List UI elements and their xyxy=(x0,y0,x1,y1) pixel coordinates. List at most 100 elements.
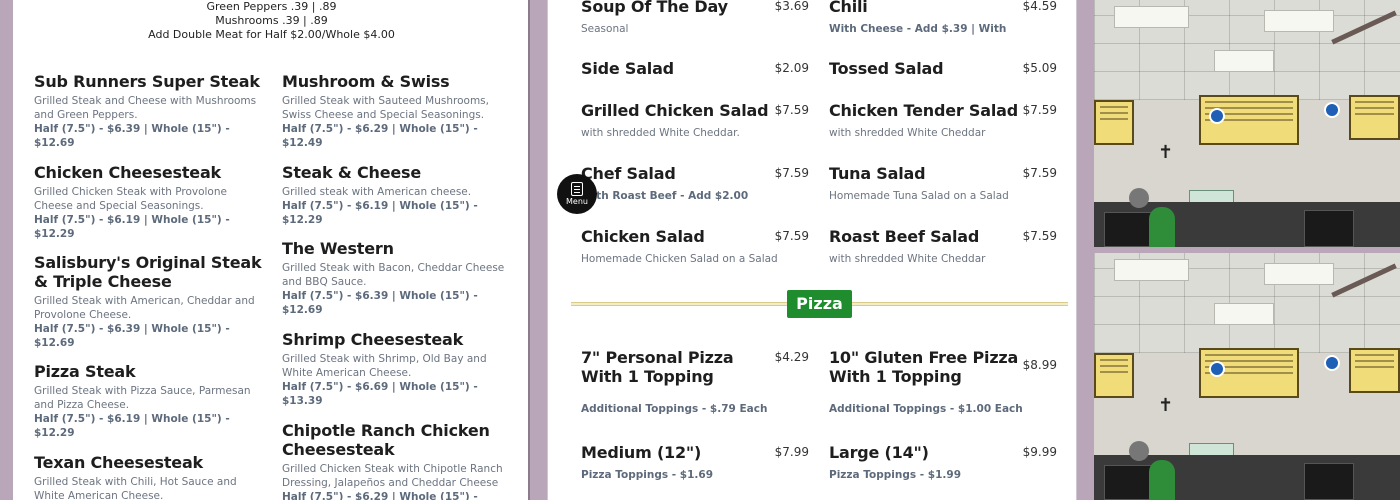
item-name: Pizza Steak xyxy=(34,362,136,381)
menu-button-label: Menu xyxy=(566,197,588,206)
item-name: 10" Gluten Free Pizza With 1 Topping xyxy=(829,348,1019,386)
section-title-pizza: Pizza xyxy=(787,290,852,318)
note-line: Green Peppers .39 | .89 xyxy=(206,0,337,13)
item-price: Half (7.5") - $6.69 | Whole (15") - $13.… xyxy=(282,381,478,407)
menu-item[interactable]: Sub Runners Super Steak Grilled Steak an… xyxy=(34,72,266,150)
item-price: $7.59 xyxy=(774,229,809,243)
item-name: Side Salad xyxy=(581,59,674,78)
item-name: Mushroom & Swiss xyxy=(282,72,450,91)
menu-item[interactable]: Large (14") $9.99 Pizza Toppings - $1.99 xyxy=(829,443,1057,482)
item-price: $5.09 xyxy=(1022,61,1057,75)
menu-book-icon xyxy=(571,182,583,196)
item-price: $7.59 xyxy=(774,166,809,180)
cross-decoration: ✝ xyxy=(1158,395,1174,416)
menu-item[interactable]: Chili $4.59 With Cheese - Add $.39 | With xyxy=(829,0,1057,36)
menu-item[interactable]: The Western Grilled Steak with Bacon, Ch… xyxy=(282,239,514,317)
item-description: Pizza Toppings - $1.69 xyxy=(581,469,713,481)
item-description: Homemade Tuna Salad on a Salad xyxy=(829,190,1009,202)
item-description: With Cheese - Add $.39 | With xyxy=(829,23,1007,35)
ceiling-light xyxy=(1114,6,1189,28)
restaurant-photo[interactable]: ✝ xyxy=(1094,0,1400,247)
menu-item[interactable]: Medium (12") $7.99 Pizza Toppings - $1.69 xyxy=(581,443,809,482)
item-price: Half (7.5") - $6.39 | Whole (15") - $12.… xyxy=(34,123,230,149)
item-description: with shredded White Cheddar. xyxy=(581,127,740,139)
note-line: Add Double Meat for Half $2.00/Whole $4.… xyxy=(148,28,395,41)
menu-button[interactable]: Menu xyxy=(557,174,597,214)
item-price: $8.99 xyxy=(1022,358,1057,372)
item-name: Chili xyxy=(829,0,868,16)
ceiling-light xyxy=(1114,259,1189,281)
menu-board xyxy=(1094,100,1134,145)
menu-item[interactable]: Side Salad $2.09 xyxy=(581,59,809,78)
item-description: with shredded White Cheddar xyxy=(829,253,986,265)
menu-item[interactable]: Chicken Cheesesteak Grilled Chicken Stea… xyxy=(34,163,266,241)
item-price: $7.59 xyxy=(1022,103,1057,117)
menu-item[interactable]: 10" Gluten Free Pizza With 1 Topping $8.9… xyxy=(829,348,1057,416)
item-name: Sub Runners Super Steak xyxy=(34,72,260,91)
item-price: $3.69 xyxy=(774,0,809,13)
person xyxy=(1129,188,1149,208)
item-name: Salisbury's Original Steak & Triple Chee… xyxy=(34,253,262,291)
item-name: Chicken Salad xyxy=(581,227,705,246)
menu-board xyxy=(1349,95,1400,140)
topping-notes: Green Peppers .39 | .89 Mushrooms .39 | … xyxy=(13,0,528,42)
item-description: Grilled Chicken Steak with Provolone Che… xyxy=(34,186,227,212)
menu-item[interactable]: Soup Of The Day $3.69 Seasonal xyxy=(581,0,809,36)
item-name: Texan Cheesesteak xyxy=(34,453,203,472)
item-price: Half (7.5") - $6.19 | Whole (15") - $12.… xyxy=(34,214,230,240)
item-price: $4.29 xyxy=(774,350,809,364)
menu-item[interactable]: 7" Personal Pizza With 1 Topping $4.29 Ad… xyxy=(581,348,809,416)
menu-item[interactable]: Roast Beef Salad $7.59 with shredded Whit… xyxy=(829,227,1057,266)
logo-emblem xyxy=(1209,361,1225,377)
menu-item[interactable]: Chipotle Ranch Chicken Cheesesteak Grill… xyxy=(282,421,514,500)
ceiling-light xyxy=(1214,303,1274,325)
item-price: Half (7.5") - $6.29 | Whole (15") - $12.… xyxy=(282,123,478,149)
menu-item[interactable]: Chef Salad $7.59 With Roast Beef - Add $2… xyxy=(581,164,809,203)
item-description: Grilled Steak with Pizza Sauce, Parmesan… xyxy=(34,385,251,411)
item-name: The Western xyxy=(282,239,394,258)
item-description: Grilled Steak with Shrimp, Old Bay and W… xyxy=(282,353,487,379)
item-description: Additional Toppings - $.79 Each xyxy=(581,403,768,415)
item-name: Tossed Salad xyxy=(829,59,944,78)
item-name: Soup Of The Day xyxy=(581,0,728,16)
item-price: $7.99 xyxy=(774,445,809,459)
menu-item[interactable]: Grilled Chicken Salad $7.59 with shredded… xyxy=(581,101,809,140)
item-price: Half (7.5") - $6.19 | Whole (15") - $12.… xyxy=(282,200,478,226)
item-name: Medium (12") xyxy=(581,443,702,462)
menu-item[interactable]: Texan Cheesesteak Grilled Steak with Chi… xyxy=(34,453,266,500)
register-monitor xyxy=(1304,210,1354,247)
item-price: $2.09 xyxy=(774,61,809,75)
item-description: Grilled steak with American cheese. xyxy=(282,186,472,198)
item-name: 7" Personal Pizza With 1 Topping xyxy=(581,348,734,386)
menu-item[interactable]: Chicken Salad $7.59 Homemade Chicken Sala… xyxy=(581,227,809,266)
item-description: Grilled Steak and Cheese with Mushrooms … xyxy=(34,95,257,121)
item-description: Grilled Steak with Sauteed Mushrooms, Sw… xyxy=(282,95,489,121)
item-description: With Roast Beef - Add $2.00 xyxy=(581,190,749,202)
note-line: Mushrooms .39 | .89 xyxy=(215,14,328,27)
ceiling-light xyxy=(1264,10,1334,32)
item-name: Grilled Chicken Salad xyxy=(581,101,769,120)
menu-item[interactable]: Steak & Cheese Grilled steak with Americ… xyxy=(282,163,514,227)
logo-emblem xyxy=(1209,108,1225,124)
item-description: Grilled Chicken Steak with Chipotle Ranc… xyxy=(282,463,503,489)
item-price: $7.59 xyxy=(1022,229,1057,243)
menu-item[interactable]: Shrimp Cheesesteak Grilled Steak with Sh… xyxy=(282,330,514,408)
item-price: Half (7.5") - $6.39 | Whole (15") - $12.… xyxy=(34,323,230,349)
item-price: $7.59 xyxy=(774,103,809,117)
menu-item[interactable]: Tossed Salad $5.09 xyxy=(829,59,1057,78)
restaurant-photo[interactable]: ✝ xyxy=(1094,253,1400,500)
menu-item[interactable]: Mushroom & Swiss Grilled Steak with Saut… xyxy=(282,72,514,150)
item-name: Steak & Cheese xyxy=(282,163,421,182)
menu-item[interactable]: Pizza Steak Grilled Steak with Pizza Sau… xyxy=(34,362,266,440)
item-name: Chicken Cheesesteak xyxy=(34,163,221,182)
item-name: Chipotle Ranch Chicken Cheesesteak xyxy=(282,421,490,459)
menu-item[interactable]: Tuna Salad $7.59 Homemade Tuna Salad on a… xyxy=(829,164,1057,203)
item-price: Half (7.5") - $6.29 | Whole (15") - $12.… xyxy=(282,491,478,500)
item-price: $7.59 xyxy=(1022,166,1057,180)
item-description: with shredded White Cheddar xyxy=(829,127,986,139)
menu-item[interactable]: Chicken Tender Salad $7.59 with shredded … xyxy=(829,101,1057,140)
item-description: Grilled Steak with American, Cheddar and… xyxy=(34,295,255,321)
person xyxy=(1129,441,1149,461)
item-price: Half (7.5") - $6.19 | Whole (15") - $12.… xyxy=(34,413,230,439)
menu-item[interactable]: Salisbury's Original Steak & Triple Chee… xyxy=(34,253,266,350)
